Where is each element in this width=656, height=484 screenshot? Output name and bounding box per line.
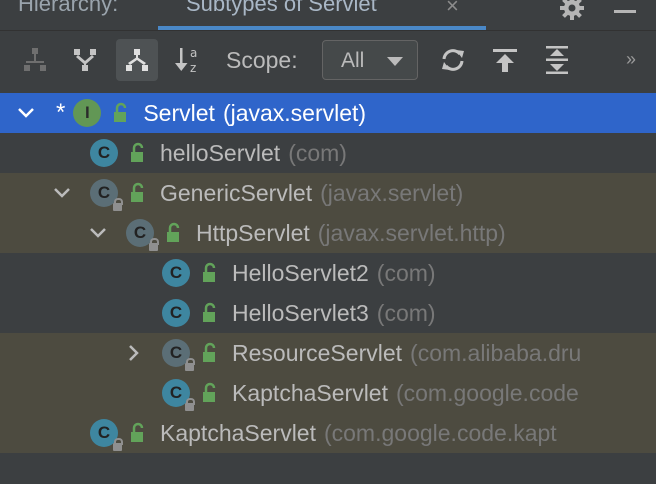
expand-all-icon [546, 46, 568, 74]
expand-all-button[interactable] [536, 39, 578, 81]
base-class-marker: * [56, 99, 66, 126]
package-name: (com) [376, 299, 436, 326]
tab-subtypes-of-servlet[interactable]: Subtypes of Servlet [186, 0, 377, 17]
scope-label: Scope: [226, 47, 298, 73]
class-name: HelloServlet3 [232, 299, 369, 326]
class-icon: C [162, 299, 190, 327]
class-name: KaptchaServlet [160, 419, 316, 446]
export-button[interactable] [484, 39, 526, 81]
chevron-down-icon[interactable] [88, 223, 108, 243]
supertypes-icon [74, 49, 96, 71]
public-visibility-icon [203, 342, 216, 362]
class-name: HelloServlet2 [232, 259, 369, 286]
public-visibility-icon [131, 142, 144, 162]
tool-window-header: Hierarchy: Subtypes of Servlet × [0, 0, 656, 31]
subtypes-button[interactable] [116, 39, 158, 81]
public-visibility-icon [167, 222, 180, 242]
class-name: ResourceServlet [232, 339, 403, 366]
subtypes-icon [126, 49, 148, 71]
tree-row-servlet[interactable]: * I Servlet (javax.servlet) [0, 93, 656, 133]
chevron-down-icon[interactable] [52, 183, 72, 203]
scope-dropdown[interactable]: All [322, 40, 418, 80]
active-tab-indicator [158, 26, 486, 30]
class-name: HttpServlet [196, 219, 310, 246]
tree-row-helloservlet[interactable]: C helloServlet (com) [0, 133, 656, 173]
abstract-class-icon: C [162, 339, 195, 371]
package-name: (com) [288, 139, 347, 166]
class-icon: C [90, 419, 123, 451]
scope-selected-value: All [341, 49, 365, 72]
class-icon: C [90, 139, 118, 167]
tree-row-helloservlet2[interactable]: C HelloServlet2 (com) [0, 253, 656, 293]
dropdown-arrow-icon [387, 57, 403, 66]
package-name: (com.google.code [395, 379, 579, 406]
class-name: Servlet [143, 99, 215, 126]
more-actions-icon[interactable]: ›› [626, 49, 636, 70]
class-name: helloServlet [160, 139, 281, 166]
tab-hierarchy[interactable]: Hierarchy: [18, 0, 118, 17]
refresh-button[interactable] [432, 39, 474, 81]
chevron-right-icon[interactable] [124, 343, 144, 363]
export-icon [493, 49, 517, 72]
svg-text:z: z [190, 61, 196, 75]
public-visibility-icon [203, 302, 216, 322]
public-visibility-icon [131, 182, 144, 202]
class-name: KaptchaServlet [232, 379, 388, 406]
package-name: (javax.servlet) [320, 179, 464, 206]
tree-row-helloservlet3[interactable]: C HelloServlet3 (com) [0, 293, 656, 333]
close-tab-icon[interactable]: × [446, 0, 459, 19]
public-visibility-icon [131, 422, 144, 442]
package-name: (javax.servlet.http) [317, 219, 506, 246]
package-name: (javax.servlet) [222, 99, 367, 126]
package-name: (com.google.code.kapt [323, 419, 557, 446]
class-icon: C [162, 259, 190, 287]
public-visibility-icon [114, 102, 127, 122]
abstract-class-icon: C [126, 219, 159, 251]
package-name: (com.alibaba.dru [410, 339, 582, 366]
tree-row-genericservlet[interactable]: C GenericServlet (javax.servlet) [0, 173, 656, 213]
tree-row-kaptchaservlet[interactable]: C KaptchaServlet (com.google.code.kapt [0, 413, 656, 453]
package-name: (com) [376, 259, 436, 286]
hierarchy-toolbar: a z Scope: All ›› [0, 31, 656, 91]
interface-icon: I [73, 99, 102, 127]
minimize-icon[interactable] [614, 10, 636, 13]
tree-row-kaptchaservlet-nested[interactable]: C KaptchaServlet (com.google.code [0, 373, 656, 413]
class-hierarchy-button[interactable] [14, 39, 56, 81]
svg-text:a: a [190, 46, 197, 60]
class-hierarchy-icon [24, 48, 46, 71]
class-icon: C [162, 379, 195, 411]
sort-alphabetically-button[interactable]: a z [168, 39, 210, 81]
tree-row-httpservlet[interactable]: C HttpServlet (javax.servlet.http) [0, 213, 656, 253]
supertypes-button[interactable] [64, 39, 106, 81]
public-visibility-icon [203, 262, 216, 282]
tree-row-resourceservlet[interactable]: C ResourceServlet (com.alibaba.dru [0, 333, 656, 373]
class-name: GenericServlet [160, 179, 313, 206]
abstract-class-icon: C [90, 179, 123, 211]
sort-alpha-icon: a z [175, 46, 197, 75]
chevron-down-icon[interactable] [16, 103, 36, 123]
refresh-icon [442, 49, 464, 71]
public-visibility-icon [203, 382, 216, 402]
hierarchy-tree: * I Servlet (javax.servlet) C helloServl… [0, 93, 656, 484]
gear-icon[interactable] [558, 0, 586, 22]
